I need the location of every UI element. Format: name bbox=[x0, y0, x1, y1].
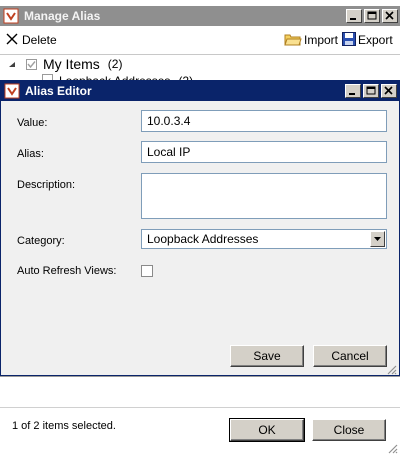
tree-item-label: My Items bbox=[43, 56, 100, 72]
resize-grip-icon[interactable] bbox=[385, 363, 397, 375]
auto-refresh-checkbox[interactable] bbox=[141, 265, 153, 277]
category-select[interactable]: Loopback Addresses bbox=[141, 229, 387, 249]
export-button[interactable]: Export bbox=[342, 31, 393, 49]
manage-alias-titlebar[interactable]: Manage Alias bbox=[0, 6, 400, 26]
close-button[interactable] bbox=[381, 84, 397, 98]
minimize-button[interactable] bbox=[345, 84, 361, 98]
import-label: Import bbox=[304, 33, 339, 47]
alias-label: Alias: bbox=[17, 148, 44, 160]
description-field[interactable] bbox=[141, 173, 387, 219]
maximize-button[interactable] bbox=[363, 84, 379, 98]
value-label: Value: bbox=[17, 117, 48, 129]
resize-grip-icon[interactable] bbox=[386, 442, 398, 454]
window-title: Manage Alias bbox=[24, 9, 101, 23]
tree-item-my-items[interactable]: My Items (2) bbox=[8, 56, 122, 72]
close-button[interactable] bbox=[382, 9, 398, 23]
delete-icon bbox=[6, 33, 18, 48]
expand-arrow-icon[interactable] bbox=[8, 56, 16, 72]
import-button[interactable]: Import bbox=[284, 32, 338, 48]
app-icon bbox=[4, 83, 20, 99]
ok-button[interactable]: OK bbox=[229, 418, 305, 442]
delete-label: Delete bbox=[22, 33, 57, 47]
minimize-button[interactable] bbox=[346, 9, 362, 23]
description-label: Description: bbox=[17, 179, 76, 191]
save-button[interactable]: Save bbox=[230, 345, 304, 367]
items-list bbox=[0, 376, 400, 408]
export-label: Export bbox=[358, 33, 393, 47]
alias-field[interactable]: Local IP bbox=[141, 141, 387, 163]
status-text: 1 of 2 items selected. bbox=[12, 420, 116, 432]
folder-open-icon bbox=[284, 31, 302, 50]
category-label: Category: bbox=[17, 235, 65, 247]
alias-editor-titlebar[interactable]: Alias Editor bbox=[1, 81, 399, 101]
chevron-down-icon[interactable] bbox=[370, 231, 385, 247]
app-icon bbox=[3, 8, 19, 24]
auto-refresh-label: Auto Refresh Views: bbox=[17, 265, 117, 277]
window-title: Alias Editor bbox=[25, 84, 92, 98]
value-field[interactable]: 10.0.3.4 bbox=[141, 110, 387, 132]
maximize-button[interactable] bbox=[364, 9, 380, 23]
close-dialog-button[interactable]: Close bbox=[312, 419, 386, 441]
alias-editor-window: Alias Editor Value: 10.0.3.4 Alias: Loca… bbox=[0, 80, 400, 376]
tree-item-count: (2) bbox=[107, 57, 123, 71]
save-disk-icon bbox=[342, 31, 356, 49]
delete-button[interactable]: Delete bbox=[6, 32, 57, 48]
tree-checkbox[interactable] bbox=[26, 58, 37, 70]
cancel-button[interactable]: Cancel bbox=[313, 345, 387, 367]
category-value: Loopback Addresses bbox=[147, 232, 259, 246]
